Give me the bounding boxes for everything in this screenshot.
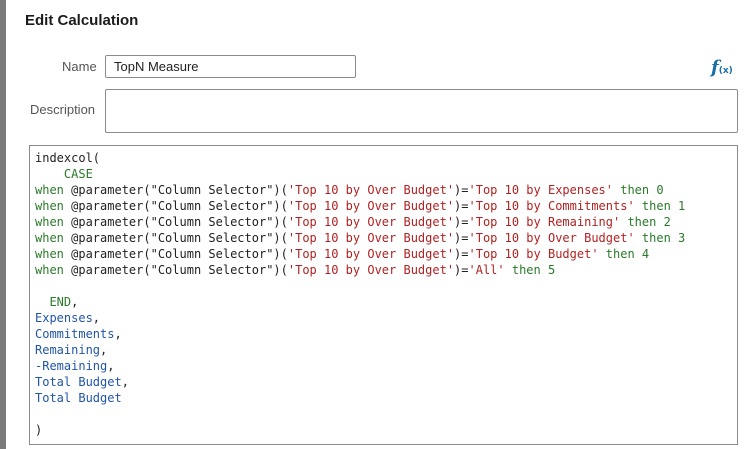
code-line: )	[35, 422, 732, 438]
code-token: 'Top 10 by Over Budget'	[287, 231, 455, 245]
code-line: Commitments,	[35, 326, 732, 342]
code-token: @parameter("Column Selector")(	[71, 215, 288, 229]
code-line: when @parameter("Column Selector")('Top …	[35, 182, 732, 198]
code-token: -Remaining	[35, 359, 108, 373]
code-token: then	[634, 199, 679, 213]
code-token: )=	[454, 215, 469, 229]
code-token: Commitments	[35, 327, 115, 341]
code-line: when @parameter("Column Selector")('Top …	[35, 198, 732, 214]
code-token: 4	[641, 247, 650, 261]
code-token: then	[598, 247, 642, 261]
code-token: when	[35, 215, 72, 229]
code-token: 1	[678, 199, 686, 213]
name-input[interactable]	[105, 55, 356, 78]
code-line: when @parameter("Column Selector")('Top …	[35, 214, 732, 230]
code-token: @parameter("Column Selector")(	[71, 231, 288, 245]
code-token: when	[35, 263, 72, 277]
code-token: )	[35, 423, 43, 437]
code-token: 'Top 10 by Commitments'	[468, 199, 635, 213]
code-token: 0	[656, 183, 664, 197]
code-token: when	[35, 247, 72, 261]
name-label: Name	[62, 59, 97, 74]
code-token: )=	[454, 199, 469, 213]
code-line: Remaining,	[35, 342, 732, 358]
code-token: ,	[121, 375, 129, 389]
code-token: 'Top 10 by Over Budget'	[287, 183, 455, 197]
code-token: CASE	[63, 167, 93, 181]
code-token: ,	[100, 343, 108, 357]
code-token: @parameter("Column Selector")(	[71, 263, 288, 277]
code-line: END,	[35, 294, 732, 310]
code-token: @parameter("Column Selector")(	[71, 183, 288, 197]
code-token: ,	[71, 295, 79, 309]
code-token: )=	[454, 183, 469, 197]
code-token: then	[504, 263, 548, 277]
code-token: Expenses	[35, 311, 93, 325]
code-line: when @parameter("Column Selector")('Top …	[35, 246, 732, 262]
code-token: @parameter("Column Selector")(	[71, 247, 288, 261]
code-token: when	[35, 231, 72, 245]
code-token: Total Budget	[35, 375, 122, 389]
code-token: 'Top 10 by Remaining'	[468, 215, 621, 229]
code-token: then	[634, 231, 679, 245]
code-token: indexcol(	[35, 151, 101, 165]
code-token: 'All'	[468, 263, 505, 277]
code-token: 'Top 10 by Over Budget'	[287, 215, 455, 229]
code-token: then	[620, 215, 664, 229]
code-line: indexcol(	[35, 150, 732, 166]
code-token: Remaining	[35, 343, 101, 357]
code-line: when @parameter("Column Selector")('Top …	[35, 262, 732, 278]
code-token: 'Top 10 by Over Budget'	[287, 199, 455, 213]
code-line: when @parameter("Column Selector")('Top …	[35, 230, 732, 246]
code-token: 5	[547, 263, 556, 277]
code-token: 'Top 10 by Over Budget'	[287, 247, 455, 261]
code-token: when	[35, 183, 72, 197]
description-label: Description	[30, 102, 96, 117]
code-line: Total Budget	[35, 390, 732, 406]
code-token: )=	[454, 263, 469, 277]
code-line: Expenses,	[35, 310, 732, 326]
description-input[interactable]	[105, 89, 738, 133]
dialog-title: Edit Calculation	[25, 12, 139, 29]
formula-editor[interactable]: indexcol( CASE when @parameter("Column Se…	[29, 145, 738, 445]
code-token: )=	[454, 231, 469, 245]
code-line: -Remaining,	[35, 358, 732, 374]
code-token: )=	[454, 247, 469, 261]
code-token: when	[35, 199, 72, 213]
code-token: 'Top 10 by Over Budget'	[468, 231, 635, 245]
code-token: 'Top 10 by Over Budget'	[287, 263, 455, 277]
code-token: 'Top 10 by Expenses'	[468, 183, 614, 197]
code-token: 2	[663, 215, 671, 229]
code-token: Total Budget	[35, 391, 122, 405]
code-token: 3	[678, 231, 686, 245]
window-edge	[0, 0, 6, 449]
code-token: then	[613, 183, 657, 197]
code-token: END	[35, 295, 72, 309]
code-token: @parameter("Column Selector")(	[71, 199, 288, 213]
code-token: ,	[114, 327, 122, 341]
code-token: 'Top 10 by Budget'	[468, 247, 599, 261]
function-icon[interactable]: f(x)	[711, 57, 737, 78]
code-line: CASE	[35, 166, 732, 182]
code-token: ,	[107, 359, 115, 373]
code-token: ,	[92, 311, 101, 325]
code-line: Total Budget,	[35, 374, 732, 390]
